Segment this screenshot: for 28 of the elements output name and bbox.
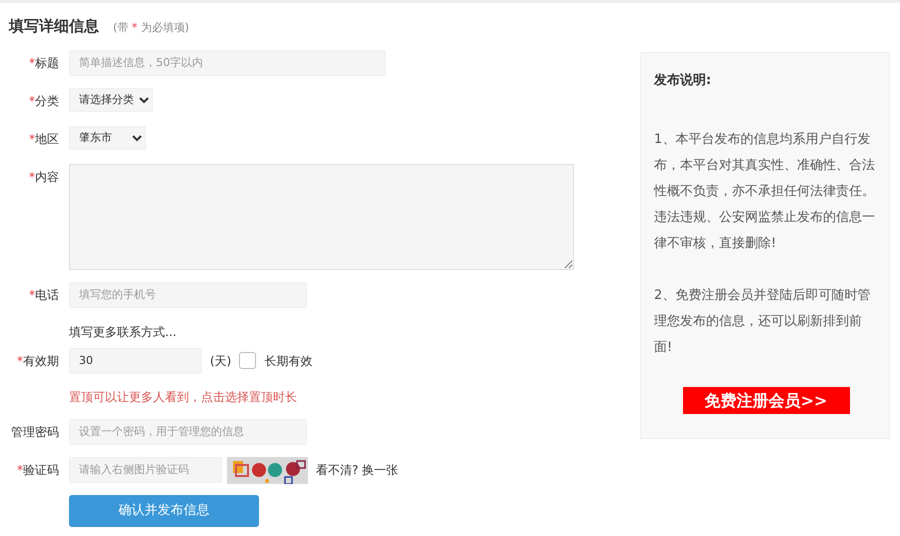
field-label: 管理密码 [10, 424, 59, 440]
field-label: *内容 [28, 168, 59, 186]
notice-text: 1、本平台发布的信息均系用户自行发布，本平台对其真实性、准确性、合法性概不负责，亦不承担任何法律责任。违法违规、公安网监禁止发布的信息一律不审核，直接删除! [654, 130, 876, 252]
notice-text: 2、免费注册会员并登陆后即可随时管理您发布的信息，还可以刷新排到前面! [654, 286, 872, 356]
text-field[interactable]: 简单描述信息，50字以内 [69, 50, 386, 76]
dropdown[interactable]: 肇东市 [69, 126, 146, 150]
refresh-link[interactable]: 看不清? 换一张 [316, 456, 398, 482]
text-field[interactable]: 填写您的手机号 [69, 282, 307, 308]
register-button[interactable]: 免费注册会员>> [682, 386, 850, 414]
more-contacts-link[interactable]: 填写更多联系方式... [69, 322, 176, 342]
panel-title: 发布说明: [654, 72, 712, 90]
field-label: *电话 [28, 286, 59, 304]
checkbox-label: 长期有效 [264, 352, 312, 370]
required-hint: (带 * 为必填项) [113, 20, 190, 36]
content-field[interactable] [69, 164, 574, 270]
captcha-field[interactable]: 请输入右侧图片验证码 [69, 456, 222, 482]
field-label: *标题 [28, 54, 59, 72]
checkbox[interactable] [239, 352, 256, 369]
field-label: *验证码 [16, 462, 59, 478]
field-label: *地区 [28, 130, 59, 148]
unit-label: (天) [210, 352, 232, 370]
dropdown[interactable]: 请选择分类 [69, 88, 153, 112]
text-field[interactable]: 设置一个密码，用于管理您的信息 [69, 418, 307, 444]
days-field[interactable]: 30 [69, 348, 202, 374]
form-title: 填写详细信息 [9, 16, 99, 37]
field-label: *分类 [28, 92, 59, 110]
field-label: *有效期 [16, 352, 59, 370]
promo-link[interactable]: 置顶可以让更多人看到，点击选择置顶时长 [69, 386, 297, 406]
